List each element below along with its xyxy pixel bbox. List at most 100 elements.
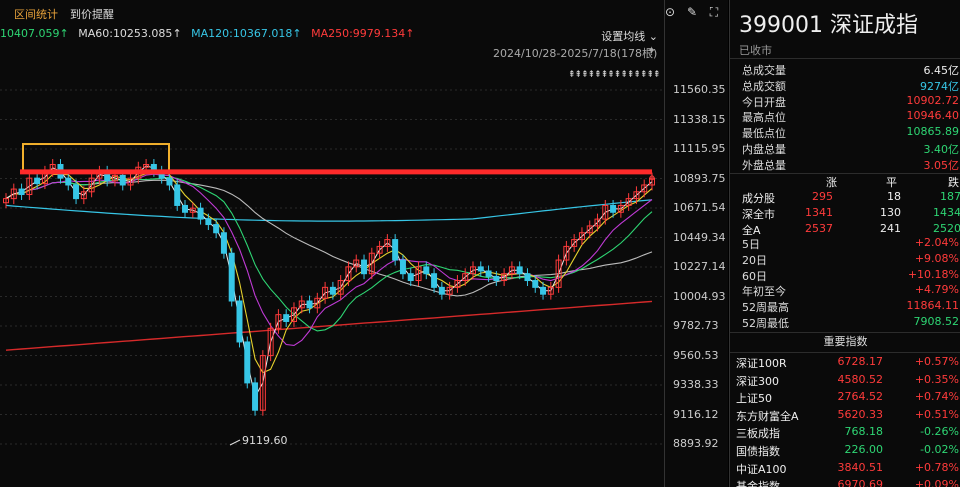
index-row[interactable]: 深证300 4580.52 +0.35% [730,373,960,390]
index-name: 深证300 [736,374,779,388]
ma120-line [5,199,653,222]
tab-range-stats[interactable]: 区间统计 [14,6,58,22]
candle-body [524,273,531,282]
index-change: +0.78% [914,460,959,474]
index-change: -0.26% [920,425,959,439]
index-name: 东方财富全A [736,409,799,423]
kline-plot[interactable] [0,0,664,487]
candle-body [205,218,212,226]
candle-body [392,239,399,261]
candle-body [18,188,25,196]
period-value: +2.04% [914,236,959,249]
candle-body [306,300,313,309]
quote-sidebar: 399001 深证成指 已收市 总成交量 6.45亿 总成交额 9274亿 今日开盘 10… [729,0,960,487]
stat-label: 总成交额 [742,79,786,93]
stat-label: 外盘总量 [742,158,786,172]
stat-row: 最高点位 10946.40 [742,109,960,125]
ma-partial-value: 10407.059 [0,27,60,40]
period-row: 52周最高 11864.11 [742,299,960,315]
index-price: 226.00 [844,443,884,456]
y-tick-label: 8893.92 [673,437,719,450]
breadth-row: 深全市 1341 130 1434 [730,206,960,222]
candle-body [361,259,368,275]
index-price: 5620.33 [837,407,884,421]
candle-body [438,286,445,295]
chevron-down-icon: ⌄ [648,30,658,43]
stat-row: 总成交额 9274亿 [742,78,960,94]
ma10-line [5,173,653,346]
candle-body [329,286,336,295]
period-value: 7908.52 [913,315,960,328]
breadth-up: 295 [812,190,833,203]
stat-row: 最低点位 10865.89 [742,125,960,141]
index-row[interactable]: 中证A100 3840.51 +0.78% [730,461,960,478]
period-label: 年初至今 [742,285,786,299]
index-price: 6970.69 [837,478,884,487]
stat-label: 今日开盘 [742,95,786,109]
candle-body [610,204,617,213]
index-row[interactable]: 三板成指 768.18 -0.26% [730,425,960,442]
candle-body [220,232,227,254]
breadth-down: 187 [940,190,960,203]
ma3-line [5,165,653,398]
period-row: 60日 +10.18% [742,268,960,284]
candle-body [532,280,539,288]
candle-body [166,177,173,186]
y-tick-label: 9560.53 [673,348,719,362]
ma120-value: MA120:10367.018 [191,27,293,40]
chart-toolbar: 区间统计 到价提醒 ⊙ ✎ ⛶ [0,0,728,26]
index-row[interactable]: 上证50 2764.52 +0.74% [730,390,960,407]
breadth-flat: 241 [880,222,901,235]
candle-body [197,207,204,220]
candle-body [73,184,80,200]
index-change: +0.57% [914,355,959,368]
stat-row: 内盘总量 3.40亿 [742,141,960,157]
index-price: 2764.52 [837,390,884,404]
period-value: +4.79% [914,283,959,297]
period-row: 年初至今 +4.79% [742,283,960,299]
down-header: 跌 [948,176,959,189]
breadth-down: 2520 [933,222,960,235]
candle-body [119,174,126,186]
index-row[interactable]: 国债指数 226.00 -0.02% [730,443,960,460]
index-change: +0.51% [914,407,959,421]
ma250-arrow: ↑ [405,27,415,40]
ma60-arrow: ↑ [172,27,182,40]
candle-body [65,177,72,186]
stat-value: 3.05亿 [923,158,960,172]
index-row[interactable]: 东方财富全A 5620.33 +0.51% [730,408,960,425]
candle-body [283,314,290,322]
candle-body [34,177,41,185]
ma60-value: MA60:10253.085 [78,27,173,40]
index-row[interactable]: 基金指数 6970.69 +0.09% [730,478,960,487]
stat-value: 10946.40 [906,109,960,123]
up-header: 涨 [826,176,837,189]
stat-value: 10902.72 [906,93,960,107]
index-name: 三板成指 [736,427,780,441]
tab-price-alert[interactable]: 到价提醒 [70,6,114,22]
stat-value: 6.45亿 [923,64,960,77]
pin-icon[interactable]: ✦ [647,44,656,57]
period-label: 20日 [742,253,767,267]
y-tick-label: 9338.33 [673,378,719,391]
index-section-header: 重要指数 [823,335,868,348]
candle-body [423,266,430,275]
index-price: 3840.51 [837,460,884,474]
stat-label: 内盘总量 [742,143,786,156]
period-row: 5日 +2.04% [742,236,960,252]
stat-row: 总成交量 6.45亿 [742,62,960,78]
y-tick-label: 11338.15 [673,112,726,126]
candle-body [174,184,181,206]
period-value: 11864.11 [906,299,960,313]
index-price: 768.18 [844,425,884,439]
stat-label: 最低点位 [742,127,786,141]
ma-settings-button[interactable]: 设置均线 ⌄ [601,28,658,44]
index-name: 国债指数 [736,445,780,458]
divider [730,352,960,353]
y-tick-label: 9116.12 [673,407,719,421]
stat-value: 10865.89 [906,125,960,139]
index-name: 上证50 [736,392,772,406]
index-title: 399001 深证成指 [739,13,918,38]
index-price: 6728.17 [837,355,884,368]
index-row[interactable]: 深证100R 6728.17 +0.57% [730,355,960,372]
